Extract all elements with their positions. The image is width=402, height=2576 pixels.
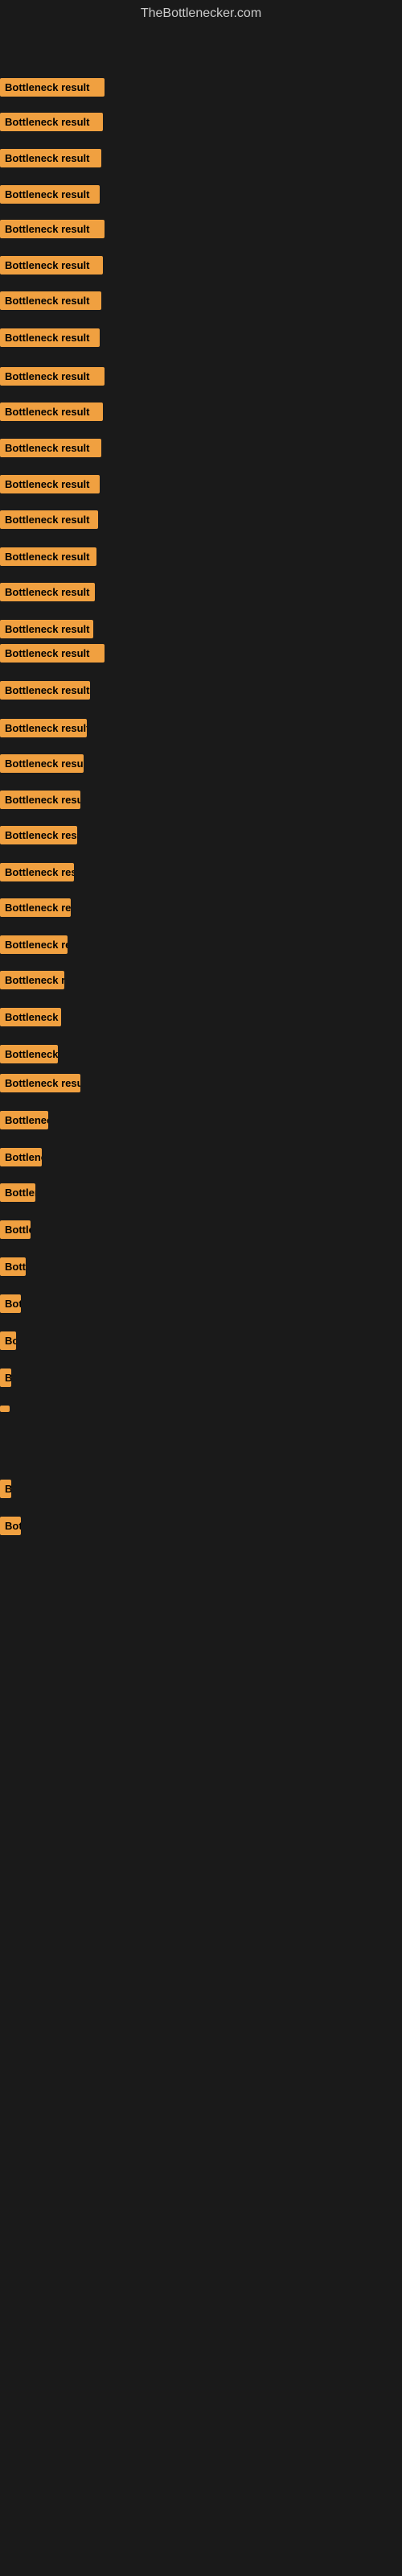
bottleneck-result-item[interactable]: B [0, 1480, 11, 1498]
bottleneck-result-item[interactable]: Bottleneck [0, 1183, 35, 1202]
bottleneck-result-item[interactable]: Bottleneck result [0, 1074, 80, 1092]
bottleneck-result-item[interactable]: Bottleneck result [0, 1111, 48, 1129]
bottleneck-result-item[interactable]: Bottleneck result [0, 367, 105, 386]
bottleneck-result-item[interactable]: Bottleneck result [0, 185, 100, 204]
bottleneck-result-item[interactable]: Bottle [0, 1257, 26, 1276]
bottleneck-result-item[interactable]: Bottleneck result [0, 78, 105, 97]
bottleneck-result-item[interactable]: Bo [0, 1331, 16, 1350]
bottleneck-result-item[interactable]: Bottleneck result [0, 863, 74, 881]
bottleneck-result-item[interactable]: Bottleneck result [0, 1045, 58, 1063]
bottleneck-result-item[interactable]: B [0, 1368, 11, 1387]
bottleneck-result-item[interactable]: Bottleneck result [0, 439, 101, 457]
bottleneck-result-item[interactable]: Bott [0, 1517, 21, 1535]
bottleneck-result-item[interactable]: Bottleneck r [0, 1148, 42, 1166]
bottleneck-result-item[interactable]: Bottleneck result [0, 256, 103, 275]
bottleneck-result-item[interactable]: Bottleneck result [0, 681, 90, 700]
bottleneck-result-item[interactable]: Bottleneck result [0, 291, 101, 310]
bottleneck-result-item[interactable] [0, 1406, 10, 1412]
bottleneck-result-item[interactable]: Bottleneck result [0, 971, 64, 989]
bottleneck-result-item[interactable]: Bottleneck result [0, 113, 103, 131]
bottleneck-result-item[interactable]: Bottleneck result [0, 826, 77, 844]
bottleneck-result-item[interactable]: Bottleneck result [0, 620, 93, 638]
bottleneck-result-item[interactable]: Bottleneck result [0, 475, 100, 493]
bottleneck-result-item[interactable]: Bottleneck result [0, 1008, 61, 1026]
bottleneck-result-item[interactable]: Bottleneck result [0, 402, 103, 421]
bottleneck-result-item[interactable]: Bottleneck result [0, 754, 84, 773]
bottleneck-result-item[interactable]: Bottleneck result [0, 328, 100, 347]
bottleneck-result-item[interactable]: Bottleneck result [0, 510, 98, 529]
bottleneck-result-item[interactable]: Bottleneck result [0, 220, 105, 238]
bottleneck-result-item[interactable]: Bottleneck result [0, 547, 96, 566]
bottleneck-result-item[interactable]: Bottleneck result [0, 149, 101, 167]
bottleneck-result-item[interactable]: Bottlenec [0, 1220, 31, 1239]
site-title: TheBottlenecker.com [0, 0, 402, 24]
bottleneck-result-item[interactable]: Bottleneck result [0, 644, 105, 663]
bottleneck-result-item[interactable]: Bottleneck result [0, 898, 71, 917]
bottleneck-result-item[interactable]: Bott [0, 1294, 21, 1313]
bottleneck-result-item[interactable]: Bottleneck result [0, 935, 68, 954]
bottleneck-result-item[interactable]: Bottleneck result [0, 719, 87, 737]
bottleneck-result-item[interactable]: Bottleneck result [0, 791, 80, 809]
bottleneck-result-item[interactable]: Bottleneck result [0, 583, 95, 601]
